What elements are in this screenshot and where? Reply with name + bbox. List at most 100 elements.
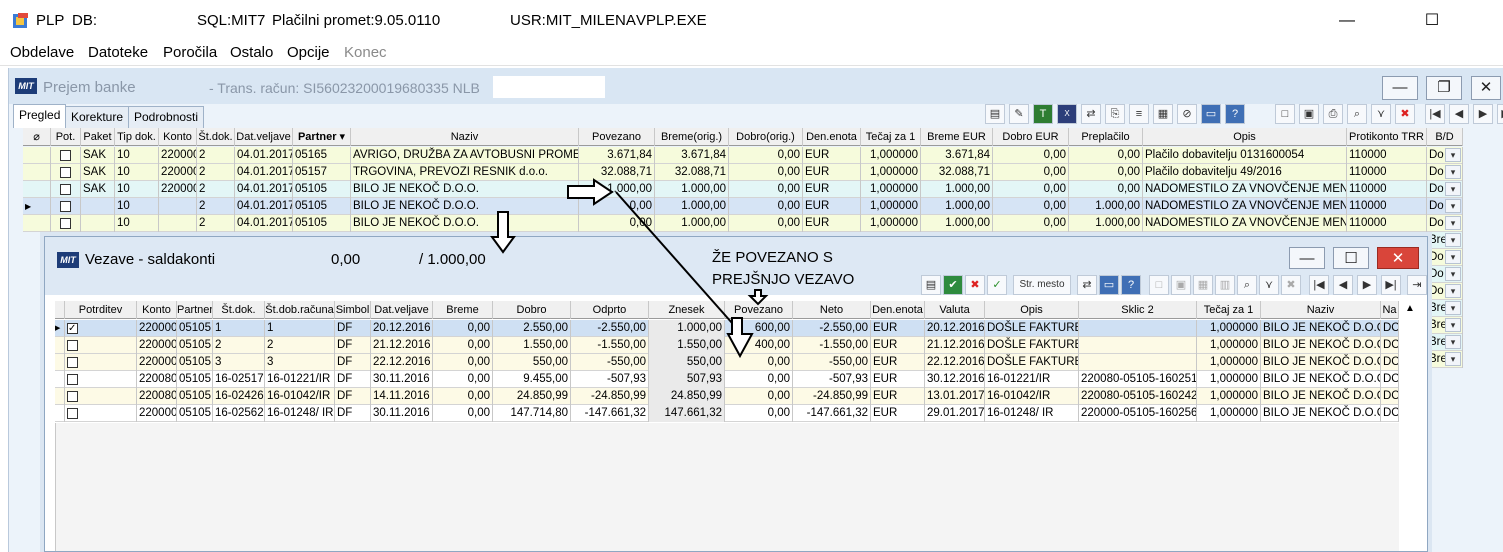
- pot-cell[interactable]: [51, 147, 81, 164]
- menu-datoteke[interactable]: Datoteke: [88, 44, 148, 61]
- chevron-down-icon[interactable]: ▾: [1445, 233, 1461, 247]
- print-icon[interactable]: ⎙: [1323, 104, 1343, 124]
- header--t-dob-ra-una[interactable]: Št.dob.računa: [265, 301, 335, 319]
- pot-cell[interactable]: [51, 215, 81, 232]
- header-partner[interactable]: Partner ▾: [293, 128, 351, 146]
- exit-icon[interactable]: ⇥: [1407, 275, 1427, 295]
- first-icon[interactable]: |◀: [1425, 104, 1445, 124]
- menu-porocila[interactable]: Poročila: [163, 44, 217, 61]
- header-breme-eur[interactable]: Breme EUR: [921, 128, 993, 146]
- header-simbol[interactable]: Simbol: [335, 301, 371, 319]
- tab-podrobnosti[interactable]: Podrobnosti: [128, 106, 205, 128]
- header-naziv[interactable]: Naziv: [351, 128, 579, 146]
- header-te-aj-za-1[interactable]: Tečaj za 1: [861, 128, 921, 146]
- menu-ostalo[interactable]: Ostalo: [230, 44, 273, 61]
- doc-icon[interactable]: ▤: [985, 104, 1005, 124]
- last-icon[interactable]: ▶|: [1381, 275, 1401, 295]
- confirm-icon[interactable]: ✔: [943, 275, 963, 295]
- header-naziv[interactable]: Naziv: [1261, 301, 1381, 319]
- pot-cell[interactable]: [51, 164, 81, 181]
- header-odprto[interactable]: Odprto: [571, 301, 649, 319]
- header-povezano[interactable]: Povezano: [579, 128, 655, 146]
- potrditev-checkbox[interactable]: [67, 357, 78, 368]
- header-dobro[interactable]: Dobro: [493, 301, 571, 319]
- prev-icon[interactable]: ◀: [1449, 104, 1469, 124]
- chevron-down-icon[interactable]: ▾: [1445, 318, 1461, 332]
- potrditev-checkbox[interactable]: [67, 340, 78, 351]
- chevron-down-icon[interactable]: ▾: [1445, 199, 1461, 213]
- table-row[interactable]: 220080 05105 16-02426 16-01042/IR DF 14.11.20…: [55, 388, 1399, 405]
- table-row[interactable]: SAK 10 220000 2 04.01.2017 05165 AVRIGO, DRUŽB…: [23, 147, 1463, 164]
- header-breme[interactable]: Breme: [433, 301, 493, 319]
- tab-pregled[interactable]: Pregled: [13, 104, 67, 128]
- table-row[interactable]: 220000 05105 2 2 DF 21.12.2016 0,00 1.550,00 -1.…: [55, 337, 1399, 354]
- next-icon[interactable]: ▶: [1473, 104, 1493, 124]
- header-den-enota[interactable]: Den.enota: [871, 301, 925, 319]
- save-icon[interactable]: ▦: [1193, 275, 1213, 295]
- header-potrditev[interactable]: Potrditev: [65, 301, 137, 319]
- potrditev-cell[interactable]: [65, 371, 137, 388]
- open-icon[interactable]: ▣: [1171, 275, 1191, 295]
- potrditev-cell[interactable]: ✓: [65, 320, 137, 337]
- table-row[interactable]: 220000 05105 3 3 DF 22.12.2016 0,00 550,00 -550,…: [55, 354, 1399, 371]
- trash-icon[interactable]: ▥: [1215, 275, 1235, 295]
- header-valuta[interactable]: Valuta: [925, 301, 985, 319]
- doc-icon[interactable]: ▤: [921, 275, 941, 295]
- header--t-dok-[interactable]: Št.dok.: [213, 301, 265, 319]
- header-protikonto-trr[interactable]: Protikonto TRR: [1347, 128, 1427, 146]
- help-icon[interactable]: ?: [1225, 104, 1245, 124]
- pot-cell[interactable]: [51, 181, 81, 198]
- scroll-up-icon[interactable]: ▲: [1403, 301, 1417, 317]
- menu-obdelave[interactable]: Obdelave: [10, 44, 74, 61]
- header-opis[interactable]: Opis: [985, 301, 1079, 319]
- find-icon[interactable]: ⌕: [1237, 275, 1257, 295]
- header-te-aj-za-1[interactable]: Tečaj za 1: [1197, 301, 1261, 319]
- screen-icon[interactable]: ▭: [1099, 275, 1119, 295]
- chevron-down-icon[interactable]: ▾: [1445, 182, 1461, 196]
- header-dat-veljave[interactable]: Dat.veljave: [235, 128, 293, 146]
- child-restore-button[interactable]: ❐: [1426, 76, 1462, 100]
- chevron-down-icon[interactable]: ▾: [1445, 301, 1461, 315]
- potrditev-checkbox[interactable]: [67, 391, 78, 402]
- table-row[interactable]: 220000 05105 16-02562 16-01248/ IR DF 30.11.2…: [55, 405, 1399, 422]
- new-icon[interactable]: □: [1149, 275, 1169, 295]
- pot-checkbox[interactable]: [60, 150, 71, 161]
- potrditev-cell[interactable]: [65, 388, 137, 405]
- header-konto[interactable]: Konto: [159, 128, 197, 146]
- chevron-down-icon[interactable]: ▾: [1445, 250, 1461, 264]
- header-neto[interactable]: Neto: [793, 301, 871, 319]
- header-opis[interactable]: Opis: [1143, 128, 1347, 146]
- header-znesek[interactable]: Znesek: [649, 301, 725, 319]
- pot-checkbox[interactable]: [60, 201, 71, 212]
- header-pot-[interactable]: Pot.: [51, 128, 81, 146]
- menu-opcije[interactable]: Opcije: [287, 44, 330, 61]
- header-b-d[interactable]: B/D: [1427, 128, 1463, 146]
- header-prepla-ilo[interactable]: Preplačilo: [1069, 128, 1143, 146]
- potrditev-checkbox[interactable]: [67, 408, 78, 419]
- header-dat-veljave[interactable]: Dat.veljave: [371, 301, 433, 319]
- chevron-down-icon[interactable]: ▾: [1445, 216, 1461, 230]
- open-icon[interactable]: ▣: [1299, 104, 1319, 124]
- copy-icon[interactable]: ⎘: [1105, 104, 1125, 124]
- chevron-down-icon[interactable]: ▾: [1445, 335, 1461, 349]
- chevron-down-icon[interactable]: ▾: [1445, 267, 1461, 281]
- ok-icon[interactable]: ✓: [987, 275, 1007, 295]
- maximize-button[interactable]: ☐: [1418, 10, 1446, 32]
- vezave-close-button[interactable]: ✕: [1377, 247, 1419, 269]
- reject-icon[interactable]: ✖: [965, 275, 985, 295]
- table-row[interactable]: SAK 10 220000 2 04.01.2017 05157 TRGOVINA, PRE…: [23, 164, 1463, 181]
- screen-icon[interactable]: ▭: [1201, 104, 1221, 124]
- filter-icon[interactable]: ⋎: [1259, 275, 1279, 295]
- table-row[interactable]: SAK 10 220000 2 04.01.2017 05105 BILO JE NEKOČ…: [23, 181, 1463, 198]
- link-icon[interactable]: ⇄: [1077, 275, 1097, 295]
- minimize-button[interactable]: —: [1333, 10, 1361, 32]
- vezave-restore-button[interactable]: ☐: [1333, 247, 1369, 269]
- header-tip-dok-[interactable]: Tip dok.: [115, 128, 159, 146]
- chevron-down-icon[interactable]: ▾: [1445, 148, 1461, 162]
- table-row[interactable]: 220080 05105 16-02517 16-01221/IR DF 30.11.20…: [55, 371, 1399, 388]
- clip-icon[interactable]: ⊘: [1177, 104, 1197, 124]
- new-icon[interactable]: □: [1275, 104, 1295, 124]
- stack-icon[interactable]: ≡: [1129, 104, 1149, 124]
- header-dobro-eur[interactable]: Dobro EUR: [993, 128, 1069, 146]
- header-breme-orig-[interactable]: Breme(orig.): [655, 128, 729, 146]
